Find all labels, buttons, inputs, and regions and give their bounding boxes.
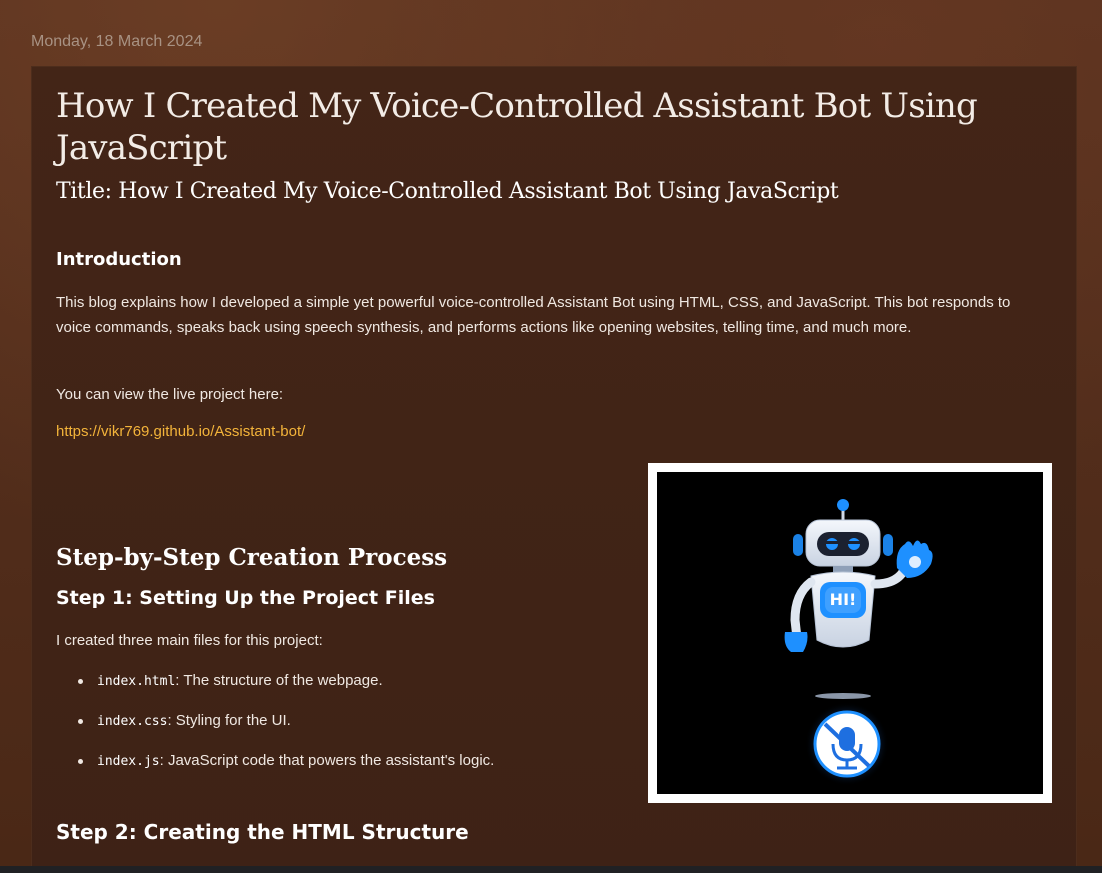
robot-image-canvas: HI! xyxy=(657,472,1043,794)
list-item: index.css: Styling for the UI. xyxy=(76,709,494,749)
list-item: index.html: The structure of the webpage… xyxy=(76,669,494,709)
file-description: : Styling for the UI. xyxy=(167,712,291,729)
hover-shadow xyxy=(815,693,871,699)
step1-heading: Step 1: Setting Up the Project Files xyxy=(56,587,435,609)
file-description: : The structure of the webpage. xyxy=(175,672,383,689)
intro-paragraph: This blog explains how I developed a sim… xyxy=(56,294,1011,336)
file-description: : JavaScript code that powers the assist… xyxy=(159,752,495,769)
step2-heading: Step 2: Creating the HTML Structure xyxy=(56,820,469,844)
robot-image[interactable]: HI! xyxy=(648,463,1052,803)
date-header: Monday, 18 March 2024 xyxy=(31,33,203,50)
file-name: index.css xyxy=(97,714,168,729)
bottom-bar xyxy=(0,866,1102,873)
steps-heading: Step-by-Step Creation Process xyxy=(56,544,448,571)
robot-badge-text: HI! xyxy=(830,590,857,609)
file-name: index.js xyxy=(97,754,160,769)
blog-post: How I Created My Voice-Controlled Assist… xyxy=(31,66,1077,873)
live-project-link[interactable]: https://vikr769.github.io/Assistant-bot/ xyxy=(56,423,305,440)
file-list: index.html: The structure of the webpage… xyxy=(76,669,494,789)
introduction-heading: Introduction xyxy=(56,249,182,270)
antenna-tip-icon xyxy=(837,499,849,511)
list-item: index.js: JavaScript code that powers th… xyxy=(76,749,494,789)
robot-illustration: HI! xyxy=(784,499,933,786)
post-subtitle: Title: How I Created My Voice-Controlled… xyxy=(56,179,839,204)
live-project-text: You can view the live project here: xyxy=(56,386,284,403)
file-name: index.html xyxy=(97,674,176,689)
left-hand-icon xyxy=(784,632,808,652)
post-title[interactable]: How I Created My Voice-Controlled Assist… xyxy=(56,85,1016,169)
